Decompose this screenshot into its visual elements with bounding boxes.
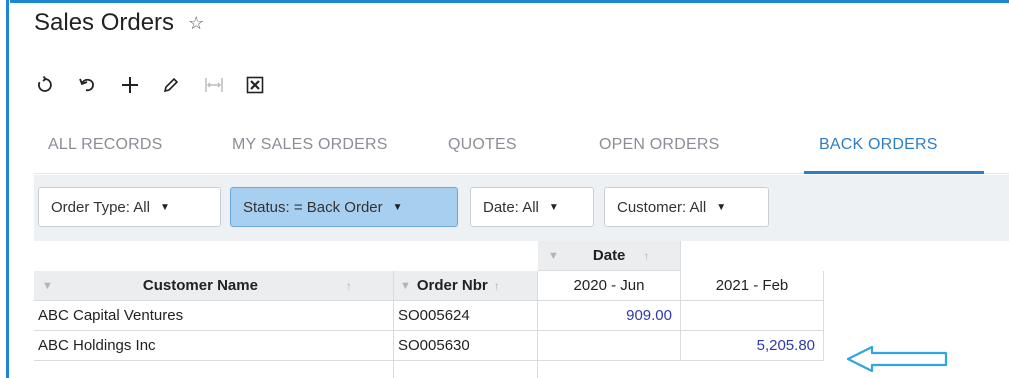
active-tab-indicator [804, 171, 984, 174]
filter-bar: Order Type: All ▼ Status: = Back Order ▼… [34, 175, 1009, 241]
refresh-icon [38, 76, 52, 92]
tab-quotes[interactable]: QUOTES [448, 136, 517, 154]
status-filter[interactable]: Status: = Back Order ▼ [230, 187, 458, 227]
customer-name-header[interactable]: ▼ Customer Name ↑ [34, 271, 394, 301]
status-filter-label: Status: = Back Order [243, 198, 383, 216]
left-accent-border [0, 0, 10, 378]
sort-icon[interactable]: ↑ [346, 279, 352, 293]
table-row-period-1-value[interactable] [538, 331, 681, 361]
sort-icon[interactable]: ↑ [643, 249, 649, 263]
table-row-customer-name[interactable]: ABC Holdings Inc [34, 331, 394, 361]
date-pivot-header[interactable]: ▼ Date ↑ [538, 241, 681, 271]
chevron-down-icon: ▼ [392, 201, 403, 213]
undo-icon [79, 78, 94, 92]
table-row-order-nbr[interactable]: SO005630 [394, 331, 538, 361]
table-row-partial [34, 361, 394, 378]
order-nbr-header[interactable]: ▼ Order Nbr ↑ [394, 271, 538, 301]
customer-name-header-label: Customer Name [142, 277, 258, 294]
tab-back-orders[interactable]: BACK ORDERS [819, 136, 938, 154]
filter-icon[interactable]: ▼ [400, 280, 411, 292]
table-row-period-2-value[interactable] [681, 301, 824, 331]
tab-all-records[interactable]: ALL RECORDS [48, 136, 163, 154]
period-header-2020-jun[interactable]: 2020 - Jun [538, 271, 681, 301]
fit-columns-button[interactable] [204, 70, 246, 100]
tab-open-orders[interactable]: OPEN ORDERS [599, 136, 719, 154]
add-button[interactable] [120, 70, 162, 100]
filter-icon[interactable]: ▼ [42, 280, 53, 292]
date-pivot-label: Date [592, 247, 626, 264]
table-row-partial [394, 361, 538, 378]
tab-bar: ALL RECORDS MY SALES ORDERS QUOTES OPEN … [34, 122, 1009, 174]
chevron-down-icon: ▼ [716, 201, 727, 213]
fit-columns-icon [205, 78, 223, 92]
sort-icon[interactable]: ↑ [494, 279, 500, 293]
edit-button[interactable] [162, 70, 204, 100]
order-type-filter[interactable]: Order Type: All ▼ [38, 187, 221, 227]
table-row-order-nbr[interactable]: SO005624 [394, 301, 538, 331]
filter-icon[interactable]: ▼ [548, 250, 559, 262]
page-header: Sales Orders ☆ [34, 6, 204, 40]
toolbar [36, 70, 288, 100]
period-header-2021-feb[interactable]: 2021 - Feb [681, 271, 824, 301]
tab-my-sales-orders[interactable]: MY SALES ORDERS [232, 136, 388, 154]
table-row-period-1-value[interactable]: 909.00 [538, 301, 681, 331]
customer-filter-label: Customer: All [617, 198, 707, 216]
date-filter-label: Date: All [483, 198, 539, 216]
favorite-star-icon[interactable]: ☆ [188, 13, 204, 34]
refresh-button[interactable] [36, 70, 78, 100]
date-filter[interactable]: Date: All ▼ [470, 187, 594, 227]
table-row-period-2-value[interactable]: 5,205.80 [681, 331, 824, 361]
undo-button[interactable] [78, 70, 120, 100]
top-accent-border [10, 0, 1009, 3]
annotation-arrow-icon [846, 345, 948, 373]
customer-filter[interactable]: Customer: All ▼ [604, 187, 769, 227]
chevron-down-icon: ▼ [159, 201, 170, 213]
order-nbr-header-label: Order Nbr [416, 277, 488, 294]
page-title: Sales Orders [34, 9, 175, 36]
export-excel-button[interactable] [246, 70, 288, 100]
table-row-customer-name[interactable]: ABC Capital Ventures [34, 301, 394, 331]
export-excel-icon [246, 76, 264, 94]
order-type-filter-label: Order Type: All [51, 198, 150, 216]
add-icon [122, 77, 138, 93]
chevron-down-icon: ▼ [548, 201, 559, 213]
edit-icon [163, 77, 179, 93]
